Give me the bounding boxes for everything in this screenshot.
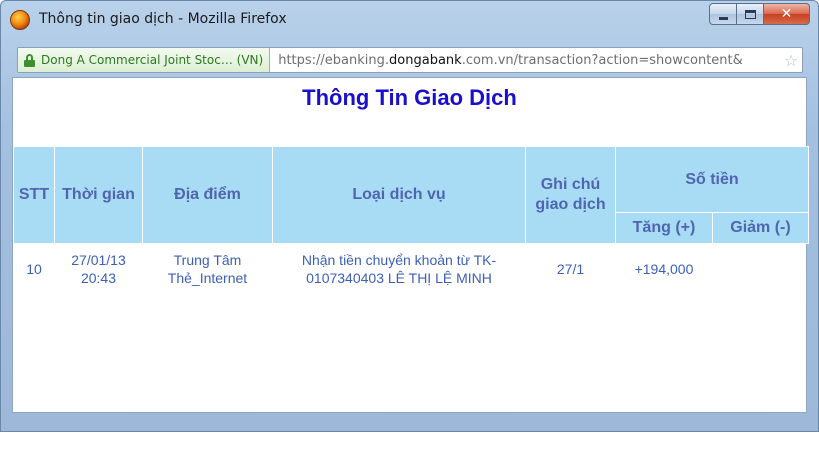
close-button[interactable]: ✕ (764, 3, 810, 25)
page-title: Thông Tin Giao Dịch (302, 85, 517, 110)
cell-service: Nhận tiền chuyển khoản từ TK-0107340403 … (301, 252, 497, 286)
header-stt: STT (13, 146, 55, 244)
title-bar[interactable]: Thông tin giao dịch - Mozilla Firefox ✕ (1, 1, 818, 41)
url-domain: dongabank (389, 52, 462, 68)
cell-increase: +194,000 (634, 261, 694, 277)
cell-place: Trung Tâm Thẻ_Internet (167, 252, 248, 286)
lock-icon (24, 53, 35, 67)
url-text[interactable]: https://ebanking.dongabank.com.vn/transa… (270, 53, 780, 68)
address-bar[interactable]: Dong A Commercial Joint Stoc… (VN) https… (17, 47, 803, 73)
header-note: Ghi chú giao dịch (525, 146, 616, 244)
site-identity-label: Dong A Commercial Joint Stoc… (VN) (41, 53, 264, 67)
cell-decrease (713, 244, 809, 294)
cell-note: 27/1 (556, 261, 585, 277)
minimize-icon (718, 16, 728, 20)
maximize-icon (744, 9, 756, 19)
header-decrease: Giảm (-) (712, 212, 809, 244)
table-row: 10 27/01/13 20:43 Trung Tâm Thẻ_Internet… (14, 244, 809, 294)
maximize-button[interactable] (737, 3, 764, 25)
close-icon: ✕ (780, 6, 793, 22)
window-controls: ✕ (709, 3, 810, 25)
page-content: Thông Tin Giao Dịch STT Thời gian Địa đi… (12, 77, 809, 413)
header-amount: Số tiền (615, 146, 809, 213)
transaction-table: STT Thời gian Địa điểm Loại dịch vụ Ghi … (13, 146, 809, 294)
cell-time: 27/01/13 20:43 (71, 252, 126, 286)
header-time: Thời gian (54, 146, 143, 244)
url-prefix: https://ebanking. (278, 52, 390, 68)
header-service: Loại dịch vụ (272, 146, 526, 244)
browser-window: Thông tin giao dịch - Mozilla Firefox ✕ … (0, 0, 819, 432)
window-title: Thông tin giao dịch - Mozilla Firefox (39, 11, 287, 27)
cell-stt: 10 (26, 261, 42, 277)
firefox-icon[interactable] (10, 10, 30, 30)
minimize-button[interactable] (709, 3, 737, 25)
url-suffix: .com.vn/transaction?action=showcontent& (461, 52, 743, 68)
bookmark-star-icon[interactable]: ☆ (780, 51, 802, 70)
site-identity-button[interactable]: Dong A Commercial Joint Stoc… (VN) (18, 48, 271, 72)
header-place: Địa điểm (142, 146, 273, 244)
header-increase: Tăng (+) (615, 212, 713, 244)
